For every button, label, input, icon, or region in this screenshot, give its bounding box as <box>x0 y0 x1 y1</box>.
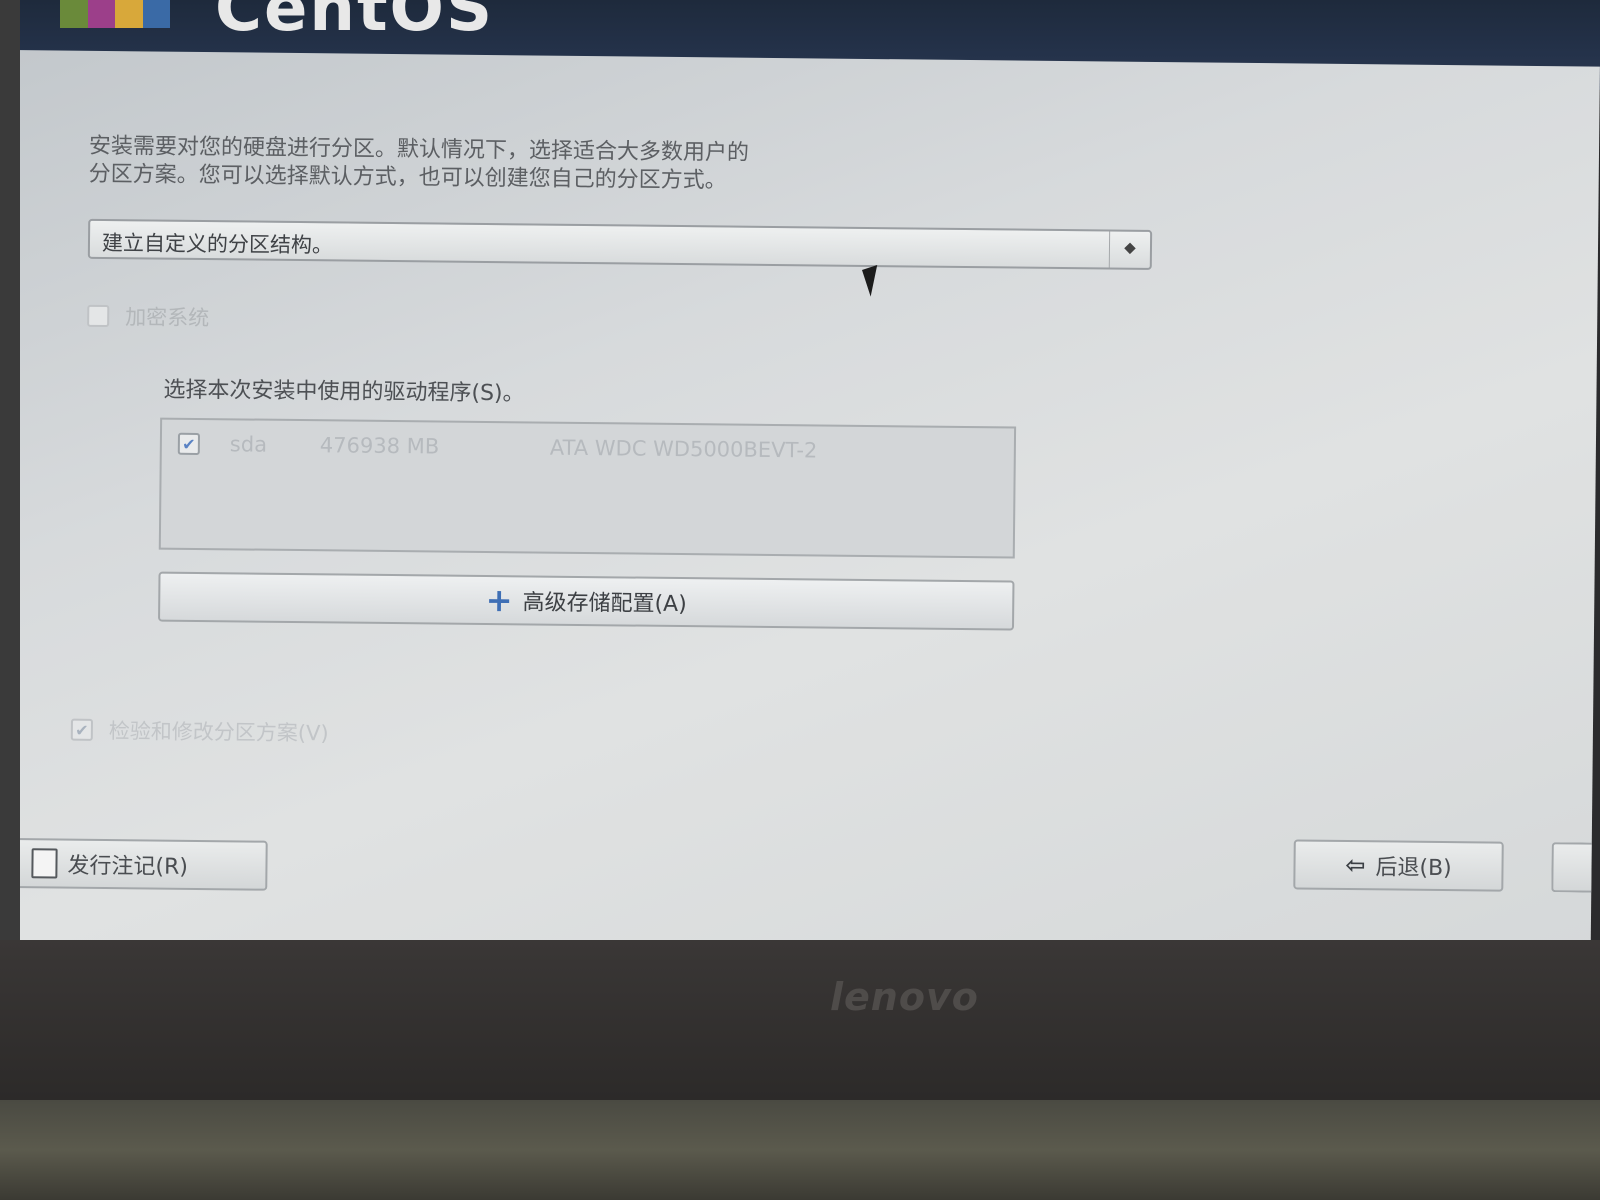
encrypt-system-checkbox[interactable] <box>87 304 110 328</box>
release-notes-button[interactable]: 发行注记(R) <box>9 838 268 891</box>
plus-icon: + <box>485 580 513 620</box>
back-button[interactable]: ⇦ 后退(B) <box>1293 839 1504 892</box>
partition-intro-text: 安装需要对您的硬盘进行分区。默认情况下，选择适合大多数用户的 分区方案。您可以选… <box>89 133 1010 199</box>
drive-name: sda <box>229 432 268 457</box>
back-arrow-icon: ⇦ <box>1345 851 1366 880</box>
brand-logo: lenovo <box>830 975 979 1019</box>
next-button[interactable] <box>1551 842 1592 893</box>
monitor-left-bezel <box>0 0 20 960</box>
advanced-storage-label: 高级存储配置(A) <box>522 590 687 618</box>
check-icon: ✔ <box>75 720 89 740</box>
advanced-storage-button[interactable]: + 高级存储配置(A) <box>158 571 1015 631</box>
review-partition-label: 检验和修改分区方案(V) <box>108 719 329 746</box>
drive-model: ATA WDC WD5000BEVT-2 <box>549 435 818 463</box>
review-partition-checkbox-row: ✔ 检验和修改分区方案(V) <box>70 715 329 748</box>
drive-size: 476938 MB <box>319 433 440 459</box>
drive-checkbox[interactable]: ✔ <box>177 432 200 455</box>
back-label: 后退(B) <box>1375 855 1452 882</box>
encrypt-system-checkbox-row: 加密系统 <box>87 301 209 332</box>
encrypt-system-label: 加密系统 <box>125 305 210 331</box>
drive-list[interactable]: ✔ sda 476938 MB ATA WDC WD5000BEVT-2 <box>158 417 1017 559</box>
os-title: CentOS <box>215 0 495 46</box>
partition-layout-value: 建立自定义的分区结构。 <box>101 230 334 258</box>
installer-screen: 安装需要对您的硬盘进行分区。默认情况下，选择适合大多数用户的 分区方案。您可以选… <box>2 50 1600 962</box>
keyboard-area <box>0 1100 1600 1200</box>
check-icon: ✔ <box>182 434 196 454</box>
centos-logo-icon <box>60 0 170 28</box>
release-notes-label: 发行注记(R) <box>67 853 189 880</box>
document-icon <box>31 848 58 879</box>
review-partition-checkbox[interactable]: ✔ <box>70 718 94 741</box>
drive-row[interactable]: ✔ sda 476938 MB ATA WDC WD5000BEVT-2 <box>177 432 818 463</box>
partition-layout-select[interactable]: 建立自定义的分区结构。 ⯁ <box>87 218 1153 270</box>
updown-arrow-icon: ⯁ <box>1108 231 1151 268</box>
drives-label: 选择本次安装中使用的驱动程序(S)。 <box>163 377 525 407</box>
monitor-bottom-bezel: lenovo <box>0 940 1600 1100</box>
